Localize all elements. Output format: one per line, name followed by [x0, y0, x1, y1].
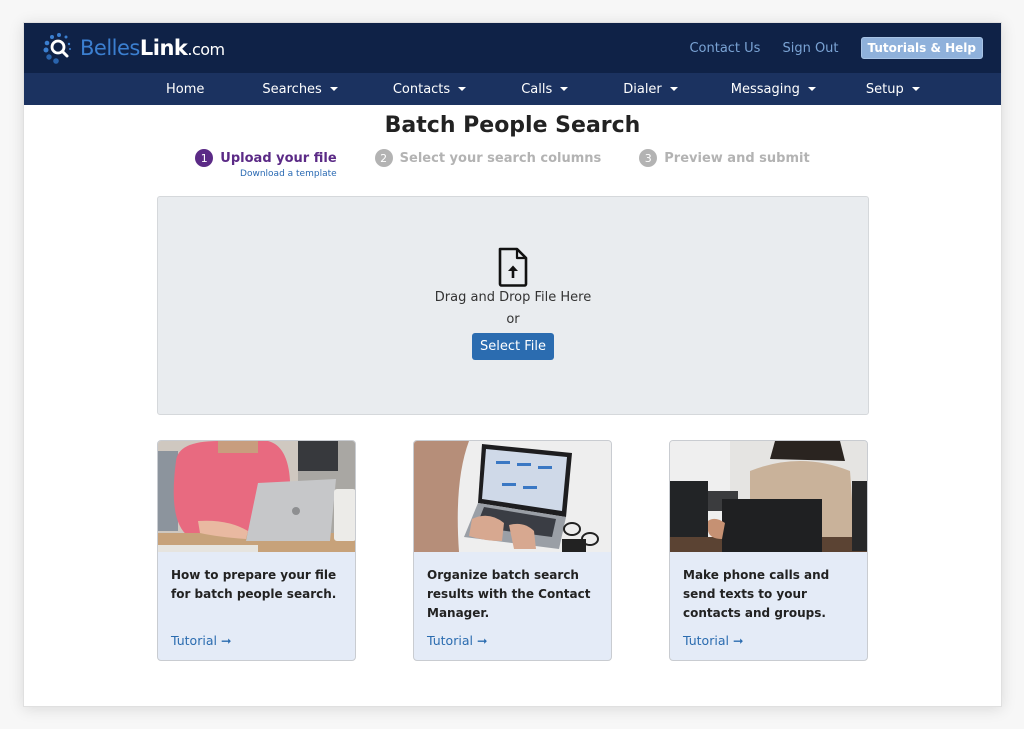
nav-searches[interactable]: Searches [262, 81, 338, 97]
browser-window: BellesLink.com Contact Us Sign Out Tutor… [23, 22, 1002, 707]
nav-label: Home [166, 81, 205, 97]
nav-dialer[interactable]: Dialer [623, 82, 678, 97]
card-text: Make phone calls and send texts to your … [683, 568, 830, 620]
caret-down-icon [669, 87, 678, 91]
nav-contacts[interactable]: Contacts [392, 81, 467, 97]
hands-typing-laptop-photo [414, 441, 611, 552]
arrow-right-icon: ➞ [476, 633, 488, 648]
arrow-right-icon: ➞ [732, 633, 744, 648]
nav-label: Messaging [730, 81, 800, 97]
nav-label: Contacts [392, 81, 451, 97]
sign-out-link[interactable]: Sign Out [782, 41, 838, 56]
caret-down-icon [807, 87, 816, 91]
tutorial-card: Make phone calls and send texts to your … [669, 440, 868, 661]
top-header: BellesLink.com Contact Us Sign Out Tutor… [24, 23, 1001, 73]
download-template-link[interactable]: Download a template [240, 169, 337, 179]
caret-down-icon [458, 87, 467, 91]
nav-label: Calls [521, 81, 553, 97]
main-nav: Home Searches Contacts Calls Dialer Mess… [24, 73, 1001, 105]
tutorial-link[interactable]: Tutorial ➞ [427, 633, 487, 648]
logo-belles: Belles [80, 36, 140, 60]
tutorial-link-label: Tutorial [683, 633, 729, 648]
step-upload: 1 Upload your file Download a template [195, 149, 337, 179]
tutorial-cards: How to prepare your file for batch peopl… [157, 440, 869, 662]
logo-com: .com [187, 40, 225, 59]
nav-label: Searches [262, 81, 322, 97]
or-label: or [506, 312, 520, 327]
card-text: How to prepare your file for batch peopl… [171, 568, 337, 601]
nav-messaging[interactable]: Messaging [731, 82, 816, 97]
nav-calls[interactable]: Calls [521, 81, 569, 97]
arrow-right-icon: ➞ [220, 633, 232, 648]
tutorial-link[interactable]: Tutorial ➞ [683, 633, 743, 648]
page-title: Batch People Search [384, 113, 641, 138]
logo[interactable]: BellesLink.com [42, 31, 225, 65]
logo-link: Link [139, 36, 188, 60]
tutorial-link[interactable]: Tutorial ➞ [171, 633, 231, 648]
nav-setup[interactable]: Setup [866, 82, 920, 97]
top-links: Contact Us Sign Out Tutorials & Help [667, 37, 983, 59]
step-indicator: 1 Upload your file Download a template 2… [24, 149, 1001, 179]
step-number: 3 [639, 149, 658, 167]
step-number: 2 [374, 149, 393, 167]
card-body: Organize batch search results with the C… [414, 552, 611, 660]
woman-tablet-table-photo [670, 441, 867, 552]
select-file-button[interactable]: Select File [472, 333, 554, 360]
caret-down-icon [560, 87, 569, 91]
tutorial-card: Organize batch search results with the C… [413, 440, 612, 661]
drop-instructions: Drag and Drop File Here [434, 290, 592, 305]
magnifier-dots-logo-icon [43, 33, 71, 64]
tutorial-link-label: Tutorial [171, 633, 217, 648]
tutorial-card: How to prepare your file for batch peopl… [157, 440, 356, 661]
nav-home[interactable]: Home [166, 82, 204, 97]
card-text: Organize batch search results with the C… [427, 568, 591, 620]
card-body: How to prepare your file for batch peopl… [158, 552, 355, 660]
step-preview: 3 Preview and submit [639, 149, 810, 167]
woman-pink-sweater-laptop-photo [158, 441, 355, 552]
step-number: 1 [195, 149, 214, 167]
logo-text: BellesLink.com [80, 36, 225, 60]
file-upload-icon [498, 247, 528, 287]
nav-label: Setup [865, 81, 904, 97]
contact-us-link[interactable]: Contact Us [689, 41, 760, 56]
step-select-columns: 2 Select your search columns [374, 149, 602, 167]
file-dropzone[interactable]: Drag and Drop File Here or Select File [157, 196, 869, 415]
tutorials-help-button[interactable]: Tutorials & Help [860, 37, 983, 59]
step-label: Preview and submit [664, 150, 810, 166]
caret-down-icon [329, 87, 338, 91]
nav-label: Dialer [623, 81, 662, 97]
caret-down-icon [911, 87, 920, 91]
tutorial-link-label: Tutorial [427, 633, 473, 648]
card-body: Make phone calls and send texts to your … [670, 552, 867, 660]
step-label: Select your search columns [399, 150, 602, 166]
step-label: Upload your file [220, 150, 337, 166]
